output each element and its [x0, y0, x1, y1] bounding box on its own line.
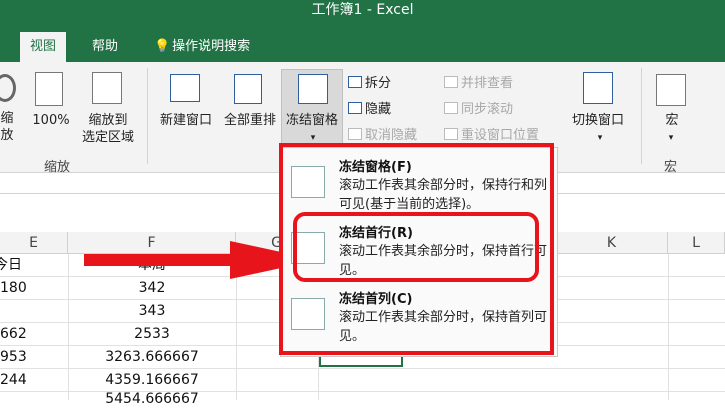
cell-e[interactable]: 244	[0, 369, 27, 392]
zoom100-icon	[35, 72, 63, 106]
split-button[interactable]: 拆分	[348, 76, 391, 92]
new-window-icon	[170, 74, 200, 102]
highlight-freeze-top-row	[293, 212, 539, 282]
reset-position-icon	[444, 128, 458, 140]
cell-e[interactable]: 662	[0, 323, 27, 346]
tab-help[interactable]: 帮助	[82, 32, 128, 62]
zoom-button[interactable]: 缩 放	[0, 110, 14, 144]
column-header-e[interactable]: E	[0, 232, 68, 254]
side-by-side-icon	[444, 76, 458, 88]
sync-scroll-icon	[444, 102, 458, 114]
cell-f[interactable]: 2533	[68, 323, 236, 346]
group-separator	[147, 68, 148, 164]
chevron-down-icon: ▾	[597, 133, 603, 143]
switch-windows-button[interactable]: 切换窗口	[565, 112, 631, 129]
freeze-panes-icon	[298, 74, 328, 104]
zoom-100-button[interactable]: 100%	[28, 112, 74, 129]
chevron-down-icon: ▾	[668, 133, 674, 143]
switch-windows-icon	[583, 72, 613, 104]
reset-window-position-button[interactable]: 重设窗口位置	[444, 128, 539, 144]
cell-e[interactable]: 180	[0, 277, 27, 300]
zoom-to-selection-button[interactable]: 缩放到 选定区域	[76, 112, 140, 146]
zoom-selection-icon	[92, 72, 122, 104]
unhide-icon	[348, 128, 362, 140]
new-window-button[interactable]: 新建窗口	[154, 112, 218, 129]
cell-e[interactable]: 953	[0, 346, 27, 369]
tell-me-search[interactable]: 💡 操作说明搜索	[144, 32, 260, 62]
tell-me-label: 操作说明搜索	[172, 39, 251, 54]
title-bar: 工作簿1 - Excel	[0, 0, 725, 32]
cell-f[interactable]: 343	[68, 300, 236, 323]
split-icon	[348, 76, 362, 88]
freeze-panes-button[interactable]: 冻结窗格	[280, 112, 344, 129]
ribbon-tabs: 视图 帮助 💡 操作说明搜索	[0, 32, 725, 62]
unhide-button[interactable]: 取消隐藏	[348, 128, 417, 144]
column-header-l[interactable]: L	[668, 232, 725, 254]
macro-icon	[656, 74, 686, 106]
cell-e-header[interactable]: 今日	[0, 254, 22, 277]
sync-scroll-button[interactable]: 同步滚动	[444, 102, 513, 118]
window-title: 工作簿1 - Excel	[311, 2, 414, 18]
macros-button[interactable]: 宏	[660, 112, 684, 129]
group-separator	[641, 68, 642, 164]
tab-view[interactable]: 视图	[20, 32, 67, 62]
hide-button[interactable]: 隐藏	[348, 102, 391, 118]
cell-f[interactable]: 3263.666667	[68, 346, 236, 369]
magnifier-icon	[0, 74, 16, 102]
arrange-all-button[interactable]: 全部重排	[218, 112, 282, 129]
bulb-icon: 💡	[154, 39, 171, 54]
arrange-all-icon	[234, 74, 262, 104]
column-header-k[interactable]: K	[556, 232, 668, 254]
hide-icon	[348, 102, 362, 114]
view-side-by-side-button[interactable]: 并排查看	[444, 76, 513, 92]
